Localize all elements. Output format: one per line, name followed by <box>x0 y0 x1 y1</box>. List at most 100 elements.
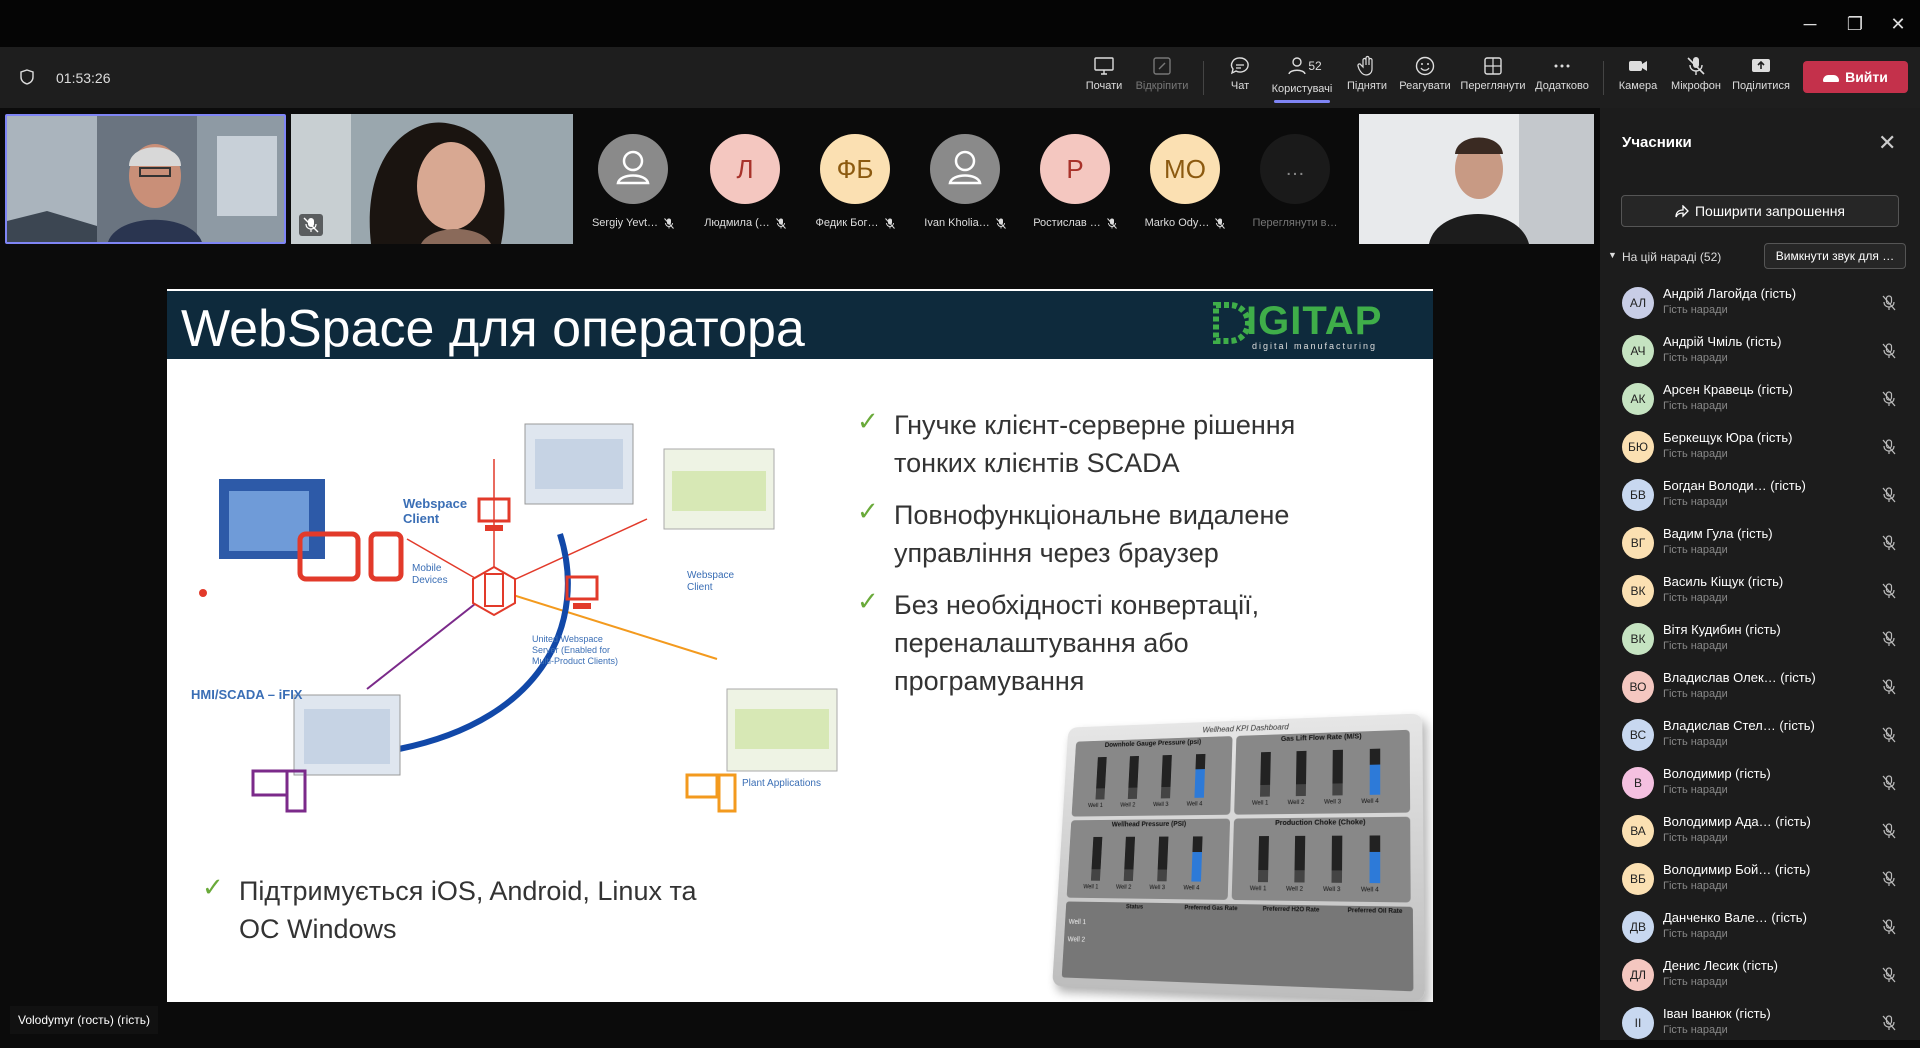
participant-tile[interactable]: Л Людмила (… <box>690 114 800 244</box>
mic-off-icon[interactable] <box>1882 775 1896 791</box>
participant-name: Вадим Гула (гість) <box>1663 526 1773 541</box>
participant-row[interactable]: ІІ Іван Іванюк (гість) Гість наради <box>1600 1000 1920 1048</box>
participant-role: Гість наради <box>1663 784 1728 796</box>
participant-row[interactable]: В Володимир (гість) Гість наради <box>1600 760 1920 808</box>
minimize-button[interactable]: ─ <box>1790 10 1830 38</box>
leave-button[interactable]: Вийти <box>1803 61 1908 93</box>
people-count: 52 <box>1308 59 1321 73</box>
react-button[interactable]: Реагувати <box>1397 53 1453 103</box>
people-button[interactable]: 52 Користувачі <box>1268 53 1336 103</box>
avatar: АЛ <box>1622 287 1654 319</box>
participant-tile[interactable]: МО Marko Ody… <box>1130 114 1240 244</box>
participant-role: Гість наради <box>1663 640 1728 652</box>
share-invite-label: Поширити запрошення <box>1695 203 1845 219</box>
gauge-bar <box>1260 752 1271 797</box>
mic-off-icon[interactable] <box>1882 535 1896 551</box>
participant-row[interactable]: АЧ Андрій Чміль (гість) Гість наради <box>1600 328 1920 376</box>
participant-row[interactable]: ДЛ Денис Лесик (гість) Гість наради <box>1600 952 1920 1000</box>
participant-role: Гість наради <box>1663 400 1728 412</box>
participant-row[interactable]: ВО Владислав Олек… (гість) Гість наради <box>1600 664 1920 712</box>
avatar: ІІ <box>1622 1007 1654 1039</box>
mic-off-icon[interactable] <box>1882 871 1896 887</box>
gauge-fill <box>1296 784 1306 796</box>
more-button[interactable]: Додатково <box>1533 53 1591 103</box>
gauge-bar <box>1331 836 1342 883</box>
share-screen-button[interactable]: Поділитися <box>1731 53 1791 103</box>
participant-row[interactable]: ВГ Вадим Гула (гість) Гість наради <box>1600 520 1920 568</box>
view-more-tile[interactable]: … Переглянути в… <box>1240 114 1350 244</box>
participant-name: Андрій Чміль (гість) <box>1663 334 1781 349</box>
mic-button[interactable]: Мікрофон <box>1668 53 1724 103</box>
mute-all-button[interactable]: Вимкнути звук для … <box>1764 243 1906 269</box>
share-invite-button[interactable]: Поширити запрошення <box>1621 195 1899 227</box>
view-button[interactable]: Переглянути <box>1460 53 1526 103</box>
mic-off-icon[interactable] <box>1882 919 1896 935</box>
participant-row[interactable]: ВА Володимир Ада… (гість) Гість наради <box>1600 808 1920 856</box>
well-label: Well 1 <box>1252 801 1268 807</box>
participant-row[interactable]: ДВ Данченко Вале… (гість) Гість наради <box>1600 904 1920 952</box>
digitap-logo: IGITAP digital manufacturing <box>1212 297 1412 355</box>
share-start-button[interactable]: Почати <box>1082 53 1126 103</box>
label-line: Client <box>403 511 467 526</box>
toolbar-divider <box>1203 61 1204 95</box>
chat-button[interactable]: Чат <box>1220 53 1260 103</box>
raise-hand-button[interactable]: Підняти <box>1345 53 1389 103</box>
dashboard-table: Status Preferred Gas Rate Preferred H2O Ra… <box>1062 901 1414 991</box>
close-panel-button[interactable]: ✕ <box>1878 130 1896 156</box>
mic-off-icon[interactable] <box>1882 343 1896 359</box>
well-label: Well 3 <box>1153 802 1169 808</box>
mic-off-icon[interactable] <box>1882 1015 1896 1031</box>
video-tile-participant[interactable] <box>1359 114 1594 244</box>
participant-tile[interactable]: Ivan Kholia… <box>910 114 1020 244</box>
participant-name: Арсен Кравець (гість) <box>1663 382 1793 397</box>
mic-off-icon[interactable] <box>1882 391 1896 407</box>
participant-row[interactable]: БВ Богдан Володи… (гість) Гість наради <box>1600 472 1920 520</box>
mic-off-icon[interactable] <box>1882 487 1896 503</box>
dashboard-row-label: Well 2 <box>1067 936 1085 943</box>
participant-row[interactable]: АК Арсен Кравець (гість) Гість наради <box>1600 376 1920 424</box>
dashboard-title: Wellhead KPI Dashboard <box>1202 723 1288 735</box>
camera-button[interactable]: Камера <box>1616 53 1660 103</box>
mic-off-icon[interactable] <box>1882 823 1896 839</box>
bullet-line: Повнофункціональне видалене <box>894 496 1289 534</box>
participant-role: Гість наради <box>1663 736 1728 748</box>
gauge-bar <box>1124 837 1135 881</box>
video-tile-speaker[interactable] <box>5 114 286 244</box>
label-line: Client <box>687 582 734 594</box>
avatar: ВО <box>1622 671 1654 703</box>
gauge-fill <box>1258 870 1268 882</box>
participant-tile[interactable]: Р Ростислав … <box>1020 114 1130 244</box>
mic-off-icon[interactable] <box>1882 631 1896 647</box>
mic-off-icon[interactable] <box>1882 967 1896 983</box>
avatar: АК <box>1622 383 1654 415</box>
mic-off-icon[interactable] <box>1882 583 1896 599</box>
gauge-fill <box>1191 852 1202 882</box>
chevron-down-icon[interactable]: ▼ <box>1608 250 1617 260</box>
more-icon <box>1551 55 1573 77</box>
participant-tile-name: Marko Ody… <box>1130 217 1240 229</box>
participant-row[interactable]: АЛ Андрій Лагойда (гість) Гість наради <box>1600 280 1920 328</box>
window-titlebar: ─ ❐ ✕ <box>0 0 1920 47</box>
label-line: Server (Enabled for <box>532 645 618 656</box>
participant-row[interactable]: ВК Василь Кіщук (гість) Гість наради <box>1600 568 1920 616</box>
mic-off-icon[interactable] <box>1882 679 1896 695</box>
participant-row[interactable]: ВС Владислав Стел… (гість) Гість наради <box>1600 712 1920 760</box>
close-window-button[interactable]: ✕ <box>1878 10 1918 38</box>
unpin-button[interactable]: Відкріпити <box>1132 53 1192 103</box>
mic-off-icon[interactable] <box>1882 727 1896 743</box>
participant-row[interactable]: БЮ Беркещук Юра (гість) Гість наради <box>1600 424 1920 472</box>
participant-tile-name: Ivan Kholia… <box>910 217 1020 229</box>
participant-row[interactable]: ВБ Володимир Бой… (гість) Гість наради <box>1600 856 1920 904</box>
mic-off-icon[interactable] <box>1882 295 1896 311</box>
participant-tile[interactable]: Sergiy Yevt… <box>578 114 688 244</box>
mic-off-icon[interactable] <box>1882 439 1896 455</box>
participant-row[interactable]: ВК Вітя Кудибин (гість) Гість наради <box>1600 616 1920 664</box>
video-tile-participant[interactable] <box>291 114 573 244</box>
participant-name: Володимир Бой… (гість) <box>1663 862 1810 877</box>
restore-button[interactable]: ❐ <box>1835 10 1875 38</box>
well-label: Well 3 <box>1324 799 1341 805</box>
well-label: Well 4 <box>1361 799 1378 805</box>
plant-applications-label: Plant Applications <box>742 778 821 789</box>
participant-tile[interactable]: ФБ Федик Бог… <box>800 114 910 244</box>
more-icon: … <box>1260 134 1330 204</box>
